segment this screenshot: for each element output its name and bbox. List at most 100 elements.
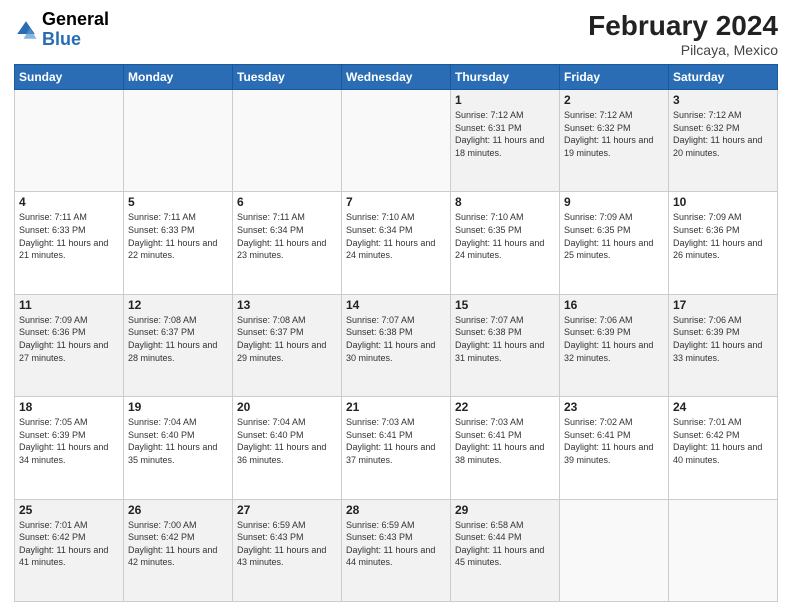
week-row-3: 11 Sunrise: 7:09 AM Sunset: 6:36 PM Dayli… bbox=[15, 294, 778, 396]
day-number: 10 bbox=[673, 195, 773, 209]
header-wednesday: Wednesday bbox=[342, 65, 451, 90]
day-number: 23 bbox=[564, 400, 664, 414]
calendar-cell-w3-d5: 16 Sunrise: 7:06 AM Sunset: 6:39 PM Dayli… bbox=[560, 294, 669, 396]
day-info: Sunrise: 7:03 AM Sunset: 6:41 PM Dayligh… bbox=[455, 416, 555, 466]
calendar-cell-w2-d2: 6 Sunrise: 7:11 AM Sunset: 6:34 PM Daylig… bbox=[233, 192, 342, 294]
day-number: 3 bbox=[673, 93, 773, 107]
calendar-cell-w1-d6: 3 Sunrise: 7:12 AM Sunset: 6:32 PM Daylig… bbox=[669, 90, 778, 192]
week-row-4: 18 Sunrise: 7:05 AM Sunset: 6:39 PM Dayli… bbox=[15, 397, 778, 499]
calendar-cell-w1-d5: 2Sunrise: 7:12 AM Sunset: 6:32 PM Daylig… bbox=[560, 90, 669, 192]
day-number: 19 bbox=[128, 400, 228, 414]
day-number: 28 bbox=[346, 503, 446, 517]
calendar-location: Pilcaya, Mexico bbox=[588, 42, 778, 58]
day-number: 7 bbox=[346, 195, 446, 209]
calendar-cell-w3-d0: 11 Sunrise: 7:09 AM Sunset: 6:36 PM Dayli… bbox=[15, 294, 124, 396]
day-number: 21 bbox=[346, 400, 446, 414]
day-info: Sunrise: 7:00 AM Sunset: 6:42 PM Dayligh… bbox=[128, 519, 228, 569]
day-info: Sunrise: 7:08 AM Sunset: 6:37 PM Dayligh… bbox=[128, 314, 228, 364]
day-number: 5 bbox=[128, 195, 228, 209]
calendar-cell-w2-d3: 7Sunrise: 7:10 AM Sunset: 6:34 PM Daylig… bbox=[342, 192, 451, 294]
calendar-cell-w5-d5 bbox=[560, 499, 669, 601]
day-number: 18 bbox=[19, 400, 119, 414]
logo: General Blue bbox=[14, 10, 109, 50]
day-info: Sunrise: 7:05 AM Sunset: 6:39 PM Dayligh… bbox=[19, 416, 119, 466]
day-info: Sunrise: 6:58 AM Sunset: 6:44 PM Dayligh… bbox=[455, 519, 555, 569]
day-number: 1 bbox=[455, 93, 555, 107]
week-row-1: 1 Sunrise: 7:12 AM Sunset: 6:31 PM Daylig… bbox=[15, 90, 778, 192]
day-number: 11 bbox=[19, 298, 119, 312]
calendar-cell-w4-d5: 23 Sunrise: 7:02 AM Sunset: 6:41 PM Dayli… bbox=[560, 397, 669, 499]
day-info: Sunrise: 7:11 AM Sunset: 6:33 PM Dayligh… bbox=[128, 211, 228, 261]
day-info: Sunrise: 7:01 AM Sunset: 6:42 PM Dayligh… bbox=[19, 519, 119, 569]
calendar-cell-w1-d3 bbox=[342, 90, 451, 192]
day-info: Sunrise: 7:04 AM Sunset: 6:40 PM Dayligh… bbox=[128, 416, 228, 466]
day-number: 29 bbox=[455, 503, 555, 517]
calendar-cell-w5-d4: 29 Sunrise: 6:58 AM Sunset: 6:44 PM Dayli… bbox=[451, 499, 560, 601]
weekday-header-row: Sunday Monday Tuesday Wednesday Thursday… bbox=[15, 65, 778, 90]
calendar-cell-w4-d3: 21 Sunrise: 7:03 AM Sunset: 6:41 PM Dayli… bbox=[342, 397, 451, 499]
logo-icon bbox=[14, 18, 38, 42]
header: General Blue February 2024 Pilcaya, Mexi… bbox=[14, 10, 778, 58]
day-info: Sunrise: 7:06 AM Sunset: 6:39 PM Dayligh… bbox=[564, 314, 664, 364]
calendar-cell-w3-d6: 17 Sunrise: 7:06 AM Sunset: 6:39 PM Dayli… bbox=[669, 294, 778, 396]
day-info: Sunrise: 6:59 AM Sunset: 6:43 PM Dayligh… bbox=[346, 519, 446, 569]
day-info: Sunrise: 7:07 AM Sunset: 6:38 PM Dayligh… bbox=[455, 314, 555, 364]
day-number: 15 bbox=[455, 298, 555, 312]
day-info: Sunrise: 6:59 AM Sunset: 6:43 PM Dayligh… bbox=[237, 519, 337, 569]
calendar-cell-w3-d3: 14Sunrise: 7:07 AM Sunset: 6:38 PM Dayli… bbox=[342, 294, 451, 396]
calendar-cell-w5-d3: 28 Sunrise: 6:59 AM Sunset: 6:43 PM Dayli… bbox=[342, 499, 451, 601]
calendar-cell-w1-d4: 1 Sunrise: 7:12 AM Sunset: 6:31 PM Daylig… bbox=[451, 90, 560, 192]
day-info: Sunrise: 7:12 AM Sunset: 6:31 PM Dayligh… bbox=[455, 109, 555, 159]
day-info: Sunrise: 7:04 AM Sunset: 6:40 PM Dayligh… bbox=[237, 416, 337, 466]
header-thursday: Thursday bbox=[451, 65, 560, 90]
calendar-cell-w5-d6 bbox=[669, 499, 778, 601]
calendar-cell-w4-d4: 22 Sunrise: 7:03 AM Sunset: 6:41 PM Dayli… bbox=[451, 397, 560, 499]
day-info: Sunrise: 7:09 AM Sunset: 6:36 PM Dayligh… bbox=[673, 211, 773, 261]
day-info: Sunrise: 7:06 AM Sunset: 6:39 PM Dayligh… bbox=[673, 314, 773, 364]
day-info: Sunrise: 7:03 AM Sunset: 6:41 PM Dayligh… bbox=[346, 416, 446, 466]
calendar-cell-w4-d0: 18 Sunrise: 7:05 AM Sunset: 6:39 PM Dayli… bbox=[15, 397, 124, 499]
day-number: 6 bbox=[237, 195, 337, 209]
calendar-cell-w4-d6: 24 Sunrise: 7:01 AM Sunset: 6:42 PM Dayli… bbox=[669, 397, 778, 499]
day-info: Sunrise: 7:11 AM Sunset: 6:34 PM Dayligh… bbox=[237, 211, 337, 261]
day-number: 27 bbox=[237, 503, 337, 517]
calendar-cell-w3-d4: 15 Sunrise: 7:07 AM Sunset: 6:38 PM Dayli… bbox=[451, 294, 560, 396]
calendar-cell-w5-d2: 27 Sunrise: 6:59 AM Sunset: 6:43 PM Dayli… bbox=[233, 499, 342, 601]
day-number: 24 bbox=[673, 400, 773, 414]
day-number: 22 bbox=[455, 400, 555, 414]
header-sunday: Sunday bbox=[15, 65, 124, 90]
calendar-cell-w2-d5: 9Sunrise: 7:09 AM Sunset: 6:35 PM Daylig… bbox=[560, 192, 669, 294]
day-number: 20 bbox=[237, 400, 337, 414]
calendar-cell-w2-d0: 4 Sunrise: 7:11 AM Sunset: 6:33 PM Daylig… bbox=[15, 192, 124, 294]
logo-general-text: General bbox=[42, 9, 109, 29]
day-number: 4 bbox=[19, 195, 119, 209]
calendar-cell-w2-d4: 8Sunrise: 7:10 AM Sunset: 6:35 PM Daylig… bbox=[451, 192, 560, 294]
page: General Blue February 2024 Pilcaya, Mexi… bbox=[0, 0, 792, 612]
day-info: Sunrise: 7:09 AM Sunset: 6:36 PM Dayligh… bbox=[19, 314, 119, 364]
day-info: Sunrise: 7:08 AM Sunset: 6:37 PM Dayligh… bbox=[237, 314, 337, 364]
day-info: Sunrise: 7:10 AM Sunset: 6:35 PM Dayligh… bbox=[455, 211, 555, 261]
title-block: February 2024 Pilcaya, Mexico bbox=[588, 10, 778, 58]
calendar-cell-w1-d0 bbox=[15, 90, 124, 192]
week-row-5: 25Sunrise: 7:01 AM Sunset: 6:42 PM Dayli… bbox=[15, 499, 778, 601]
week-row-2: 4 Sunrise: 7:11 AM Sunset: 6:33 PM Daylig… bbox=[15, 192, 778, 294]
day-number: 14 bbox=[346, 298, 446, 312]
calendar-cell-w1-d1 bbox=[124, 90, 233, 192]
day-info: Sunrise: 7:11 AM Sunset: 6:33 PM Dayligh… bbox=[19, 211, 119, 261]
day-info: Sunrise: 7:01 AM Sunset: 6:42 PM Dayligh… bbox=[673, 416, 773, 466]
logo-text: General Blue bbox=[42, 10, 109, 50]
day-info: Sunrise: 7:02 AM Sunset: 6:41 PM Dayligh… bbox=[564, 416, 664, 466]
calendar-cell-w5-d1: 26 Sunrise: 7:00 AM Sunset: 6:42 PM Dayli… bbox=[124, 499, 233, 601]
day-number: 13 bbox=[237, 298, 337, 312]
day-number: 9 bbox=[564, 195, 664, 209]
calendar-cell-w4-d1: 19 Sunrise: 7:04 AM Sunset: 6:40 PM Dayli… bbox=[124, 397, 233, 499]
day-number: 26 bbox=[128, 503, 228, 517]
calendar-cell-w3-d1: 12Sunrise: 7:08 AM Sunset: 6:37 PM Dayli… bbox=[124, 294, 233, 396]
calendar-cell-w4-d2: 20 Sunrise: 7:04 AM Sunset: 6:40 PM Dayli… bbox=[233, 397, 342, 499]
header-friday: Friday bbox=[560, 65, 669, 90]
day-number: 17 bbox=[673, 298, 773, 312]
day-number: 16 bbox=[564, 298, 664, 312]
header-tuesday: Tuesday bbox=[233, 65, 342, 90]
day-info: Sunrise: 7:12 AM Sunset: 6:32 PM Dayligh… bbox=[673, 109, 773, 159]
calendar-cell-w5-d0: 25Sunrise: 7:01 AM Sunset: 6:42 PM Dayli… bbox=[15, 499, 124, 601]
